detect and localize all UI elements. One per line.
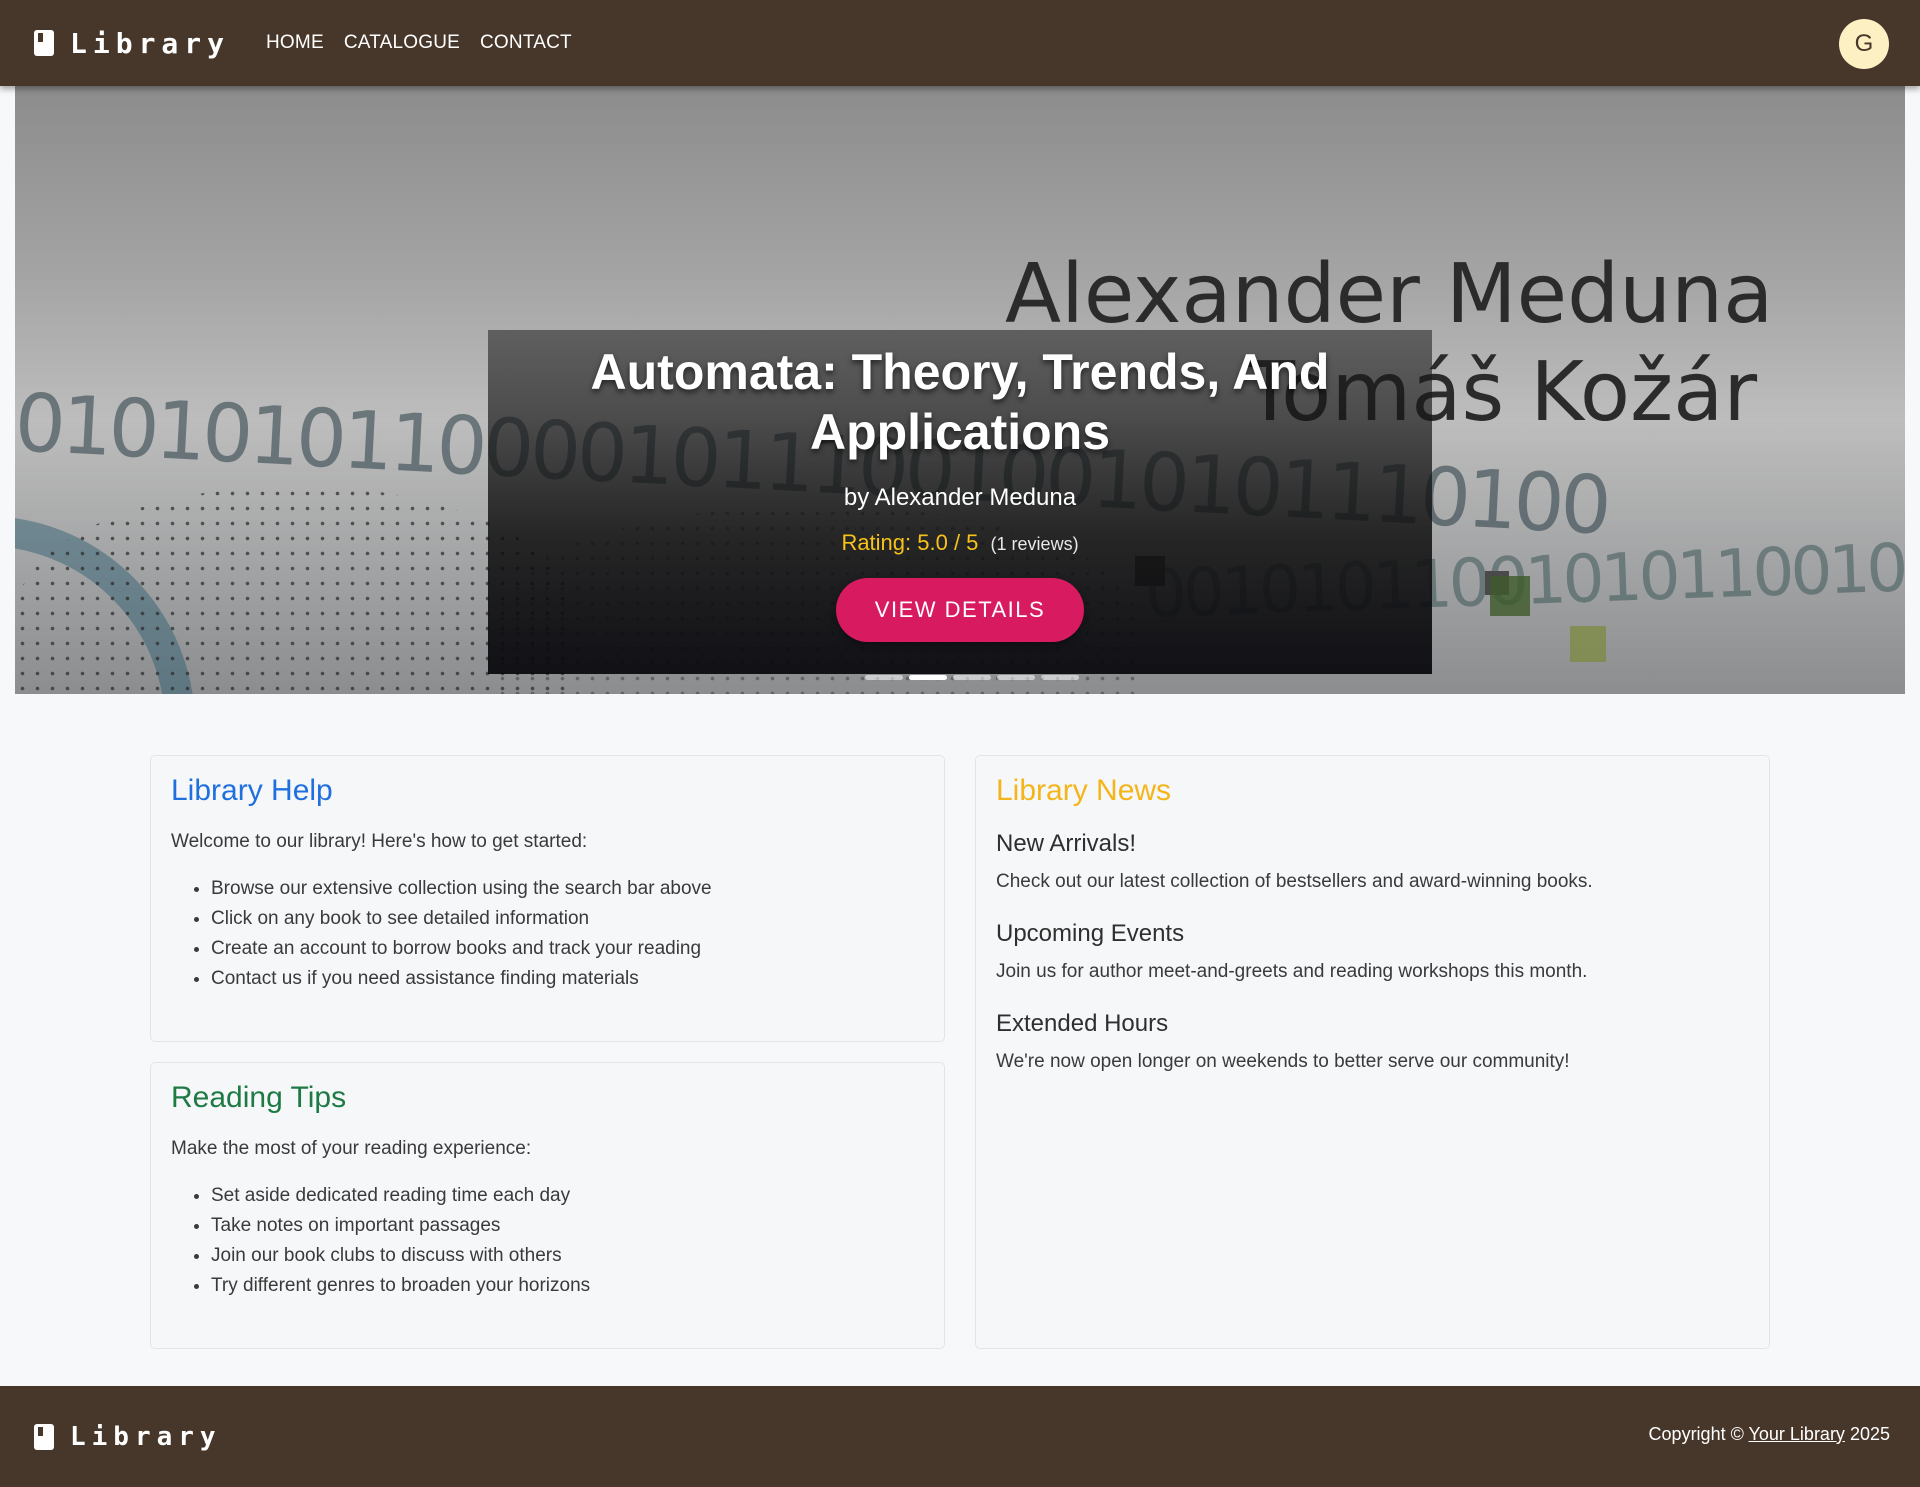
- news-heading: Extended Hours: [996, 1010, 1169, 1037]
- rating-value: Rating: 5.0 / 5: [841, 530, 979, 555]
- user-avatar[interactable]: G: [1839, 19, 1889, 69]
- main-nav: HOME CATALOGUE CONTACT: [246, 32, 572, 54]
- carousel-indicator[interactable]: [953, 675, 991, 680]
- list-item: Set aside dedicated reading time each da…: [211, 1181, 924, 1211]
- news-heading: New Arrivals!: [996, 830, 1137, 857]
- nav-home-link[interactable]: HOME: [266, 32, 324, 54]
- carousel-indicator[interactable]: [865, 675, 903, 680]
- copyright-notice: Copyright © Your Library 2025: [1649, 1424, 1890, 1445]
- list-item: Contact us if you need assistance findin…: [211, 964, 924, 994]
- news-text: Join us for author meet-and-greets and r…: [996, 961, 1588, 982]
- library-help-title: Library Help: [171, 774, 333, 807]
- library-help-card: Library Help Welcome to our library! Her…: [150, 755, 945, 1042]
- book-rating: Rating: 5.0 / 5 (1 reviews): [488, 530, 1432, 556]
- carousel-indicator[interactable]: [1041, 675, 1079, 680]
- page-footer: Library Copyright © Your Library 2025: [0, 1386, 1920, 1487]
- hero-carousel[interactable]: 0101010110000101110010010101110100 00101…: [15, 86, 1905, 694]
- top-navbar: Library HOME CATALOGUE CONTACT G: [0, 0, 1920, 86]
- reading-tips-title: Reading Tips: [171, 1081, 347, 1114]
- footer-brand-link[interactable]: Library: [34, 1422, 222, 1452]
- news-text: We're now open longer on weekends to bet…: [996, 1051, 1570, 1072]
- cover-square-decoration: [1490, 576, 1530, 616]
- carousel-indicator[interactable]: [997, 675, 1035, 680]
- carousel-indicator[interactable]: [909, 675, 947, 680]
- copyright-prefix: Copyright ©: [1648, 1424, 1744, 1444]
- list-item: Try different genres to broaden your hor…: [211, 1271, 924, 1301]
- carousel-caption: Automata: Theory, Trends, And Applicatio…: [488, 342, 1432, 642]
- nav-contact-link[interactable]: CONTACT: [480, 32, 572, 54]
- brand-link[interactable]: Library: [34, 27, 230, 60]
- book-icon: [34, 1423, 54, 1450]
- cover-square-decoration: [1570, 626, 1606, 662]
- news-text: Check out our latest collection of bests…: [996, 871, 1593, 892]
- copyright-year: 2025: [1849, 1424, 1890, 1444]
- reading-tips-list: Set aside dedicated reading time each da…: [211, 1181, 924, 1301]
- book-author: by Alexander Meduna: [843, 484, 1077, 511]
- brand-name: Library: [70, 26, 231, 60]
- reading-tips-intro: Make the most of your reading experience…: [171, 1138, 532, 1159]
- news-heading: Upcoming Events: [996, 920, 1185, 947]
- list-item: Join our book clubs to discuss with othe…: [211, 1241, 924, 1271]
- review-count: (1 reviews): [990, 534, 1079, 554]
- book-icon: [34, 30, 54, 56]
- list-item: Take notes on important passages: [211, 1211, 924, 1241]
- your-library-link[interactable]: Your Library: [1749, 1424, 1845, 1444]
- list-item: Browse our extensive collection using th…: [211, 874, 924, 904]
- book-title: Automata: Theory, Trends, And Applicatio…: [590, 344, 1330, 460]
- reading-tips-card: Reading Tips Make the most of your readi…: [150, 1062, 945, 1349]
- list-item: Click on any book to see detailed inform…: [211, 904, 924, 934]
- list-item: Create an account to borrow books and tr…: [211, 934, 924, 964]
- view-details-button[interactable]: VIEW DETAILS: [836, 578, 1084, 642]
- library-help-intro: Welcome to our library! Here's how to ge…: [171, 831, 588, 852]
- footer-brand-name: Library: [70, 1421, 222, 1452]
- carousel-indicators: [865, 675, 1079, 680]
- nav-catalogue-link[interactable]: CATALOGUE: [344, 32, 460, 54]
- library-news-card: Library News New Arrivals! Check out our…: [975, 755, 1770, 1349]
- library-help-list: Browse our extensive collection using th…: [211, 874, 924, 994]
- library-news-title: Library News: [996, 774, 1172, 807]
